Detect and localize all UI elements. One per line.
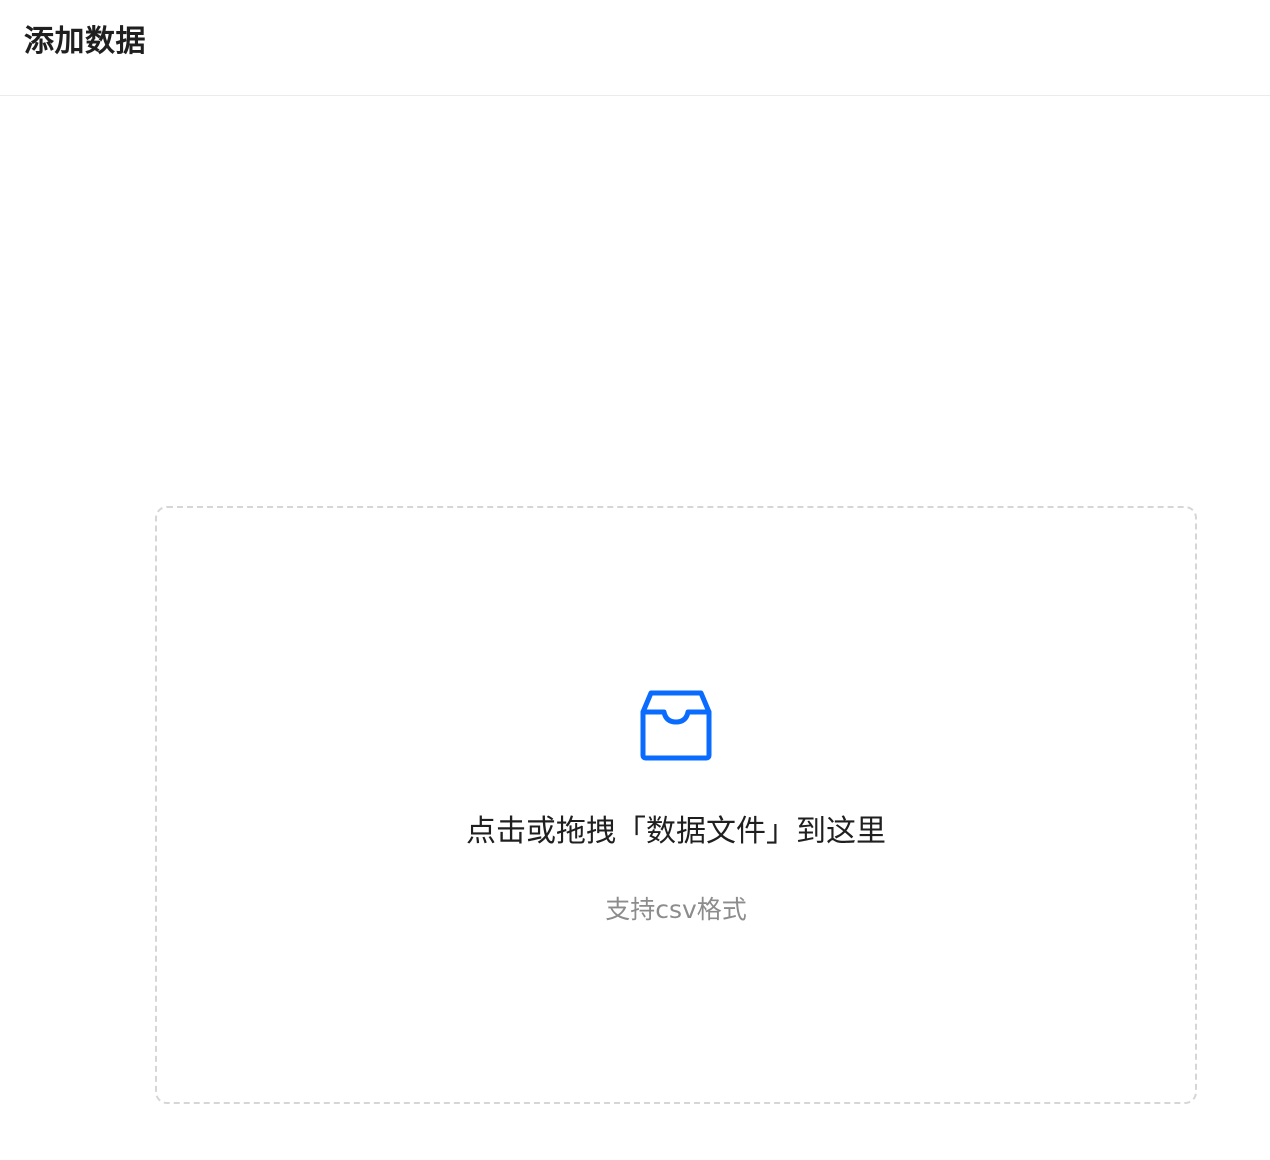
page-header: 添加数据 xyxy=(0,0,1270,96)
inbox-icon xyxy=(640,690,712,761)
page-title: 添加数据 xyxy=(24,24,146,59)
dropzone-title: 点击或拖拽「数据文件」到这里 xyxy=(466,814,886,849)
dropzone-hint: 支持csv格式 xyxy=(605,895,747,924)
file-upload-dropzone[interactable] xyxy=(155,506,1197,1104)
